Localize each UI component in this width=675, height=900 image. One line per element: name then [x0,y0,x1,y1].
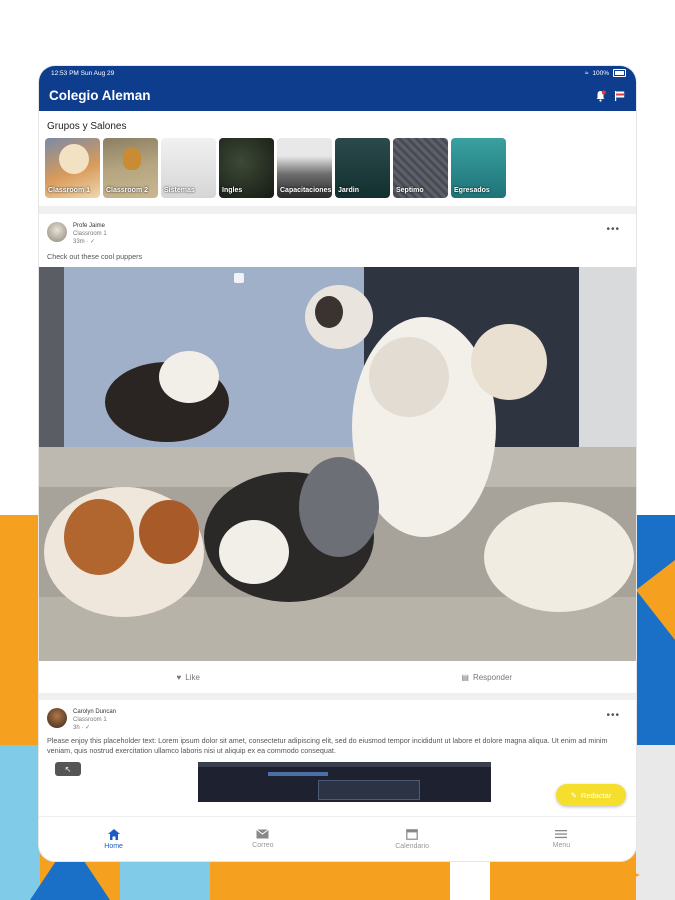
app-title: Colegio Aleman [49,88,151,103]
group-tile-label: Classroom 2 [106,187,149,194]
calendar-icon [406,829,418,840]
groups-title: Grupos y Salones [47,121,127,132]
post-card: Carolyn Duncan Classroom 1 3h · ✓ ••• Pl… [39,700,636,802]
tab-home[interactable]: Home [39,817,188,861]
post-author[interactable]: Carolyn Duncan [73,708,116,716]
group-tile-ingles[interactable]: Ingles [219,138,274,198]
like-label: Like [185,672,200,682]
section-divider [39,206,636,214]
group-tile-egresados[interactable]: Egresados [451,138,506,198]
tab-menu[interactable]: Menu [487,817,636,861]
groups-carousel: Classroom 1 Classroom 2 Sistemas Ingles … [39,138,636,198]
post-text: Please enjoy this placeholder text: Lore… [47,736,608,755]
tab-label: Calendario [395,843,430,850]
status-bar: 12:53 PM Sun Aug 29 ≈ 100% [39,66,636,80]
heart-icon: ♥ [176,672,182,682]
post-group[interactable]: Classroom 1 [73,230,107,238]
post-text: Check out these cool puppers [47,252,143,261]
group-tile-label: Egresados [454,187,490,194]
group-tile-label: Capacitaciones [280,187,332,194]
tablet-screen: 12:53 PM Sun Aug 29 ≈ 100% Colegio Alema… [39,66,636,861]
pencil-icon: ✎ [570,790,577,800]
post-photo[interactable] [39,267,636,661]
home-icon [107,828,120,840]
group-tile-classroom-2[interactable]: Classroom 2 [103,138,158,198]
mail-icon [256,829,270,839]
group-tile-classroom-1[interactable]: Classroom 1 [45,138,100,198]
puppies-photo [39,267,636,661]
compose-button[interactable]: ✎ Redactar [556,784,626,806]
attachment-screenshot[interactable] [198,762,491,802]
avatar[interactable] [47,222,67,242]
bell-icon[interactable] [595,90,606,102]
post-attachment: ↖ [47,762,628,802]
battery-percent: 100% [592,69,609,77]
group-tile-label: Ingles [222,187,243,194]
avatar[interactable] [47,708,67,728]
tab-calendario[interactable]: Calendario [338,817,487,861]
post-actions: ♥ Like ▤ Responder [39,661,636,694]
compose-label: Redactar [580,790,612,800]
post-time: 33m · ✓ [73,239,96,245]
status-time: 12:53 PM Sun Aug 29 [51,69,115,77]
like-button[interactable]: ♥ Like [39,673,338,682]
post-card: Profe Jaime Classroom 1 33m · ✓ ••• Chec… [39,214,636,261]
tab-label: Menu [552,842,571,849]
comment-icon: ▤ [461,672,469,682]
group-tile-sistemas[interactable]: Sistemas [161,138,216,198]
more-options-icon[interactable]: ••• [606,710,620,721]
post-time: 3h · ✓ [73,725,91,731]
wifi-icon: ≈ [584,69,589,77]
post-author[interactable]: Profe Jaime [73,222,107,230]
group-tile-jardin[interactable]: Jardin [335,138,390,198]
post-group[interactable]: Classroom 1 [73,716,116,724]
tab-correo[interactable]: Correo [188,817,337,861]
app-bar: Colegio Aleman [39,80,636,111]
group-tile-label: Jardin [338,187,360,194]
more-options-icon[interactable]: ••• [606,224,620,235]
group-tile-septimo[interactable]: Septimo [393,138,448,198]
group-tile-label: Classroom 1 [48,187,91,194]
group-tile-label: Septimo [396,187,424,194]
tab-label: Correo [252,842,274,849]
reply-button[interactable]: ▤ Responder [338,673,637,682]
battery-icon [613,69,626,77]
menu-icon [555,830,568,839]
reply-label: Responder [472,672,513,682]
expand-icon[interactable]: ↖ [55,762,81,776]
flag-icon[interactable] [614,90,626,102]
group-tile-capacitaciones[interactable]: Capacitaciones [277,138,332,198]
tab-label: Home [104,842,123,850]
group-tile-label: Sistemas [164,187,195,194]
bottom-tab-bar: Home Correo Calendario Menu [39,816,636,861]
